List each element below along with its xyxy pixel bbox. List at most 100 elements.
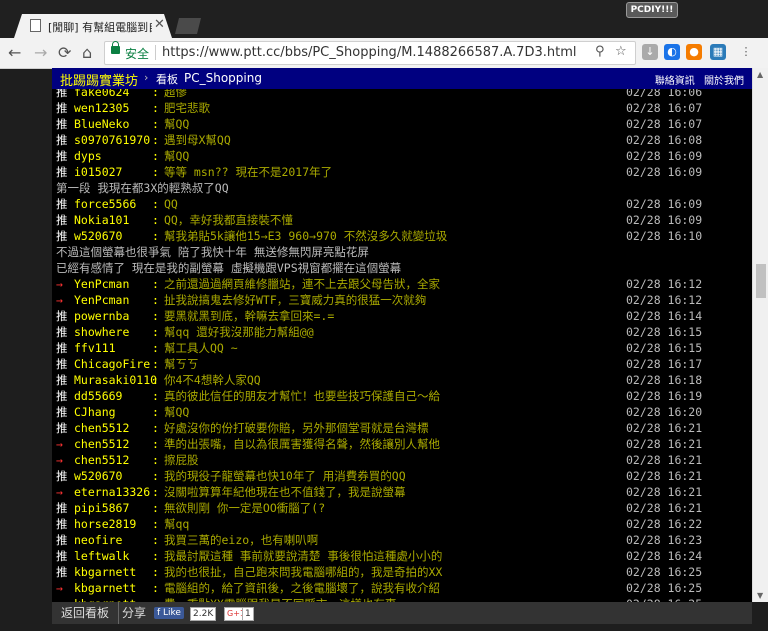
url-text[interactable]: https://www.ptt.cc/bbs/PC_Shopping/M.148… [162,45,576,60]
push-ipdatetime: 02/28 16:08 [626,133,703,147]
push-userid[interactable]: BlueNeko [74,116,129,132]
push-content: 要黑就黑到底，幹嘛去拿回來=.= [164,309,335,323]
push-tag: → [56,453,63,467]
forward-arrow-icon[interactable]: → [34,43,47,62]
extension-icon-3[interactable]: ▦ [710,44,726,60]
push-userid[interactable]: ChicagoFire [74,356,150,372]
push-tag: 推 [56,405,68,419]
push-userid[interactable]: kbgarnett [74,564,136,580]
push-userid[interactable]: ffv111 [74,340,116,356]
push-colon: : [152,309,159,323]
push-ipdatetime: 02/28 16:18 [626,373,703,387]
address-bar[interactable]: 安全 https://www.ptt.cc/bbs/PC_Shopping/M.… [104,41,636,65]
push-colon: : [152,517,159,531]
bottom-bar: 返回看板 分享 f Like 2.2K G+1 1 [52,602,752,624]
push-ipdatetime: 02/28 16:09 [626,213,703,227]
push-userid[interactable]: YenPcman [74,276,129,292]
tab-title: [閒聊] 有幫組電腦到自己 [48,21,149,34]
push-comment-row: → YenPcman: 扯我說搞鬼去修好WTF，三寶威力真的很猛一次就夠 02/28 … [52,292,752,308]
push-userid[interactable]: w520670 [74,228,122,244]
push-tag: 推 [56,101,68,115]
search-icon[interactable]: ⚲ [595,44,605,59]
push-tag: 推 [56,565,68,579]
profile-badge[interactable]: PCDIY!!! [626,2,678,18]
push-comment-row: → YenPcman: 之前還過過網頁維修臘站，連不上去跟父母告狀，全家 02/28 … [52,276,752,292]
extension-icon-2[interactable]: ● [686,44,702,60]
push-content: 超慘 [164,89,187,99]
article-text: 不過這個螢幕也很爭氣 陪了我快十年 無送修無閃屏亮點花屏 [56,245,369,259]
scroll-up-arrow-icon[interactable]: ▲ [757,70,763,79]
push-userid[interactable]: fake0624 [74,89,129,100]
push-content: 擦屁股 [164,453,199,467]
push-userid[interactable]: leftwalk [74,548,129,564]
push-userid[interactable]: pipi5867 [74,500,129,516]
push-ipdatetime: 02/28 16:21 [626,437,703,451]
push-userid[interactable]: Murasaki0110 [74,372,157,388]
push-comment-row: 推 fake0624: 超慘 02/28 16:06 [52,89,752,100]
push-comment-row: 推 w520670: 幫我弟貼5k讓他15→E3 960→970 不然沒多久就變垃圾… [52,228,752,244]
push-ipdatetime: 02/28 16:21 [626,453,703,467]
push-userid[interactable]: wen12305 [74,100,129,116]
push-userid[interactable]: force5566 [74,196,136,212]
push-userid[interactable]: i015027 [74,164,122,180]
reload-icon[interactable]: ⟳ [58,43,71,62]
push-ipdatetime: 02/28 16:12 [626,293,703,307]
scroll-thumb[interactable] [756,264,766,298]
page-scrollbar[interactable]: ▲ ▼ [752,68,768,602]
push-userid[interactable]: powernba [74,308,129,324]
push-userid[interactable]: dyps [74,148,102,164]
extension-icon[interactable]: ◐ [664,44,680,60]
push-colon: : [152,117,159,131]
about-link[interactable]: 關於我們 [704,76,744,87]
push-ipdatetime: 02/28 16:10 [626,229,703,243]
site-brand-link[interactable]: 批踢踢實業坊 [60,70,138,89]
push-userid[interactable]: kbgarnett [74,580,136,596]
push-userid[interactable]: chen5512 [74,436,129,452]
back-to-board-button[interactable]: 返回看板 [52,602,119,624]
facebook-like-button[interactable]: f Like [154,607,184,619]
board-link[interactable]: PC_Shopping [184,71,262,85]
push-userid[interactable]: chen5512 [74,420,129,436]
download-extension-icon[interactable]: ↓ [642,44,658,60]
scroll-down-arrow-icon[interactable]: ▼ [757,591,763,600]
push-comment-row: 推 dd55669: 真的彼此信任的朋友才幫忙！也要些技巧保護自己～給 02/28 1… [52,388,752,404]
push-userid[interactable]: CJhang [74,404,116,420]
window-bottom-edge [0,624,768,631]
push-userid[interactable]: eterna13326 [74,484,150,500]
push-content: 你4不4想幹人家QQ [164,373,261,387]
push-ipdatetime: 02/28 16:14 [626,309,703,323]
push-tag: → [56,581,63,595]
article-text: 已經有感情了 現在是我的副螢幕 虛擬機跟VPS視窗都擺在這個螢幕 [56,261,402,275]
push-userid[interactable]: horse2819 [74,516,136,532]
push-userid[interactable]: YenPcman [74,292,129,308]
push-colon: : [152,149,159,163]
share-label: 分享 [122,606,147,620]
push-userid[interactable]: w520670 [74,468,122,484]
lock-icon [111,41,120,54]
home-icon[interactable]: ⌂ [82,43,92,62]
back-arrow-icon[interactable]: ← [8,43,21,62]
browser-tab[interactable]: [閒聊] 有幫組電腦到自己 ✕ [14,14,172,38]
push-colon: : [152,469,159,483]
push-comment-row: 推 chen5512: 好處沒你的份打破要你賠，另外那個堂哥就是台灣標 02/28 1… [52,420,752,436]
push-userid[interactable]: neofire [74,532,122,548]
push-userid[interactable]: Nokia101 [74,212,129,228]
article-text-line: 已經有感情了 現在是我的副螢幕 虛擬機跟VPS視窗都擺在這個螢幕 [52,260,752,276]
push-colon: : [152,437,159,451]
contact-link[interactable]: 聯絡資訊 [655,76,695,87]
push-colon: : [152,325,159,339]
push-tag: 推 [56,213,68,227]
push-colon: : [152,341,159,355]
push-colon: : [152,89,159,99]
push-userid[interactable]: showhere [74,324,129,340]
new-tab-button[interactable] [175,18,201,34]
push-content: 真的彼此信任的朋友才幫忙！也要些技巧保護自己～給 [164,389,440,403]
menu-icon[interactable]: ⋮ [738,44,754,60]
push-colon: : [152,501,159,515]
bookmark-star-icon[interactable]: ☆ [615,44,627,59]
push-userid[interactable]: s0970761970 [74,132,150,148]
push-userid[interactable]: chen5512 [74,452,129,468]
push-colon: : [152,581,159,595]
push-userid[interactable]: dd55669 [74,388,122,404]
tab-close-icon[interactable]: ✕ [154,17,165,32]
